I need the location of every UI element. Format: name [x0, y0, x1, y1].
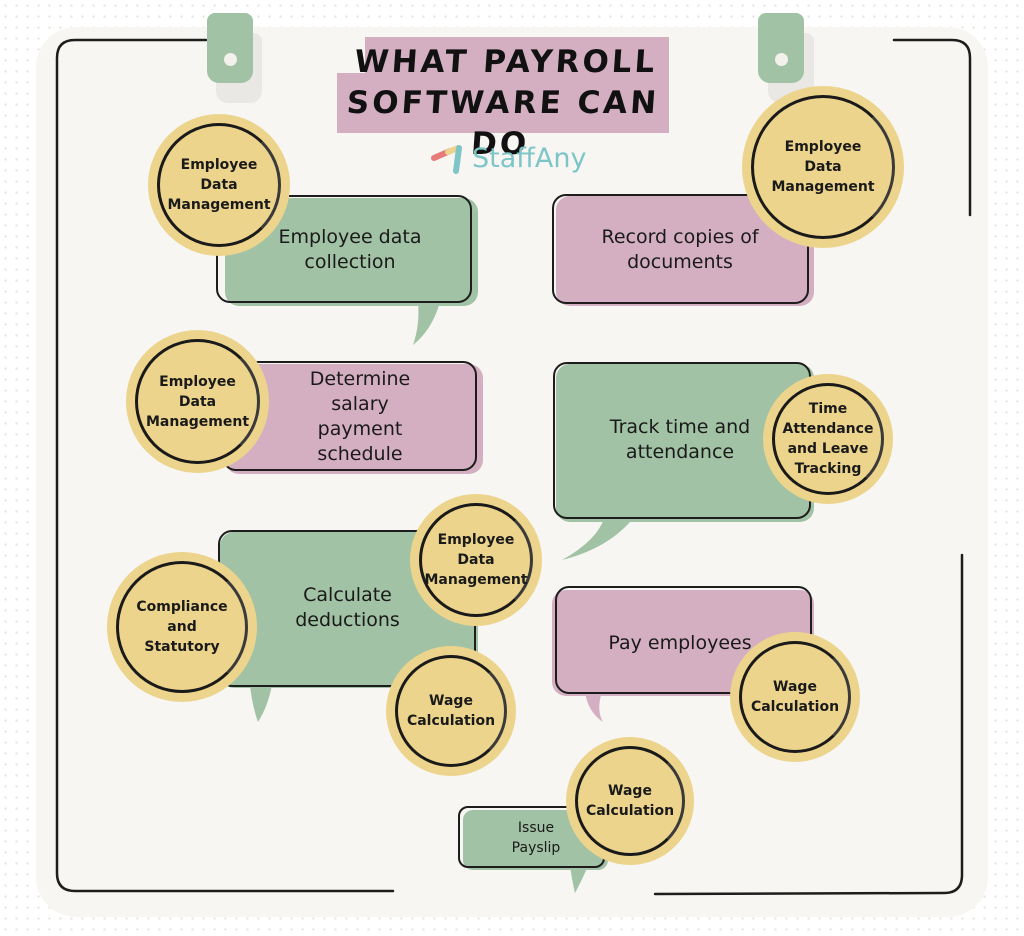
title-line-1: What Payroll: [353, 44, 659, 80]
clip-hole: [775, 53, 788, 66]
tag-label: Wage Calculation: [750, 679, 840, 715]
tag-coin-wage-calculation: Wage Calculation: [386, 646, 516, 776]
tag-coin-time-attendance-and-leave-tracking: Time Attendance and Leave Tracking: [763, 374, 893, 504]
function-employee-data-collection: Employee data collection: [278, 226, 422, 273]
staffany-logo-icon: [431, 144, 462, 174]
tag-label: Compliance and Statutory: [136, 599, 228, 655]
tag-label: Wage Calculation: [585, 783, 675, 819]
clip-left: [207, 13, 253, 83]
clip-right: [758, 13, 804, 83]
brand-name: StaffAny: [472, 143, 587, 174]
function-record-copies-of-documents: Record copies of documents: [601, 226, 759, 273]
tag-coin-compliance-and-statutory: Compliance and Statutory: [107, 552, 257, 702]
tag-coin-employee-data-management: Employee Data Management: [410, 494, 542, 626]
tag-label: Employee Data Management: [771, 139, 875, 195]
tag-label: Employee Data Management: [145, 373, 250, 430]
tag-coin-employee-data-management: Employee Data Management: [126, 330, 269, 473]
function-determine-salary-payment-schedule: Determine salary payment schedule: [309, 368, 411, 465]
tag-label: Time Attendance and Leave Tracking: [782, 401, 874, 477]
tag-coin-employee-data-management: Employee Data Management: [148, 114, 290, 256]
tag-label: Wage Calculation: [406, 693, 496, 729]
tag-label: Employee Data Management: [167, 157, 271, 213]
function-calculate-deductions: Calculate deductions: [295, 584, 400, 631]
tag-coin-wage-calculation: Wage Calculation: [730, 632, 860, 762]
tag-coin-wage-calculation: Wage Calculation: [566, 737, 694, 865]
tag-coin-employee-data-management: Employee Data Management: [742, 86, 904, 248]
clip-hole: [224, 53, 237, 66]
brand-logo: StaffAny: [430, 143, 586, 174]
function-track-time-and-attendance: Track time and attendance: [609, 416, 751, 463]
function-issue-payslip: Issue Payslip: [511, 820, 561, 856]
tag-label: Employee Data Management: [424, 532, 528, 588]
